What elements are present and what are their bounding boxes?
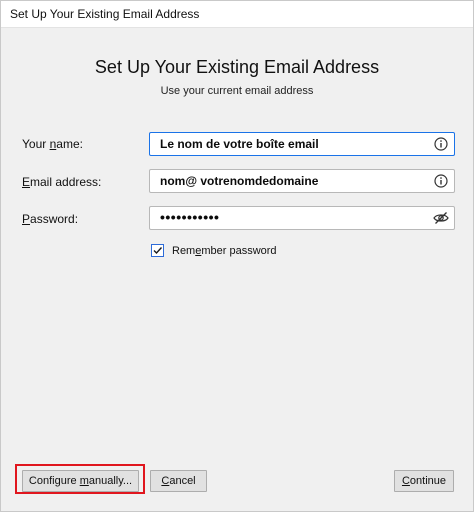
page-title: Set Up Your Existing Email Address [94, 57, 380, 77]
eye-slash-icon[interactable] [433, 211, 449, 225]
name-field[interactable]: Le nom de votre boîte email [149, 132, 455, 156]
password-value: ••••••••••• [160, 209, 220, 225]
email-field[interactable]: nom@ votrenomdedomaine [149, 169, 455, 193]
window-title: Set Up Your Existing Email Address [10, 7, 200, 21]
name-label: Your name: [22, 137, 83, 151]
info-icon[interactable] [434, 174, 448, 188]
configure-manually-button[interactable]: Configure manually... [22, 470, 139, 492]
page-subtitle: Use your current email address [160, 85, 314, 97]
dialog-window: Set Up Your Existing Email Address Set U… [0, 0, 474, 512]
remember-checkbox[interactable] [151, 244, 164, 257]
info-icon[interactable] [434, 137, 448, 151]
remember-label: Remember password [172, 245, 277, 257]
password-field[interactable]: ••••••••••• [149, 206, 455, 230]
check-icon [153, 247, 163, 255]
email-value: nom@ votrenomdedomaine [160, 174, 319, 188]
title-bar: Set Up Your Existing Email Address [1, 1, 473, 28]
name-value: Le nom de votre boîte email [160, 137, 319, 151]
cancel-button[interactable]: Cancel [150, 470, 207, 492]
email-label: Email address: [22, 175, 102, 189]
password-label: Password: [22, 212, 79, 226]
continue-button[interactable]: Continue [394, 470, 454, 492]
